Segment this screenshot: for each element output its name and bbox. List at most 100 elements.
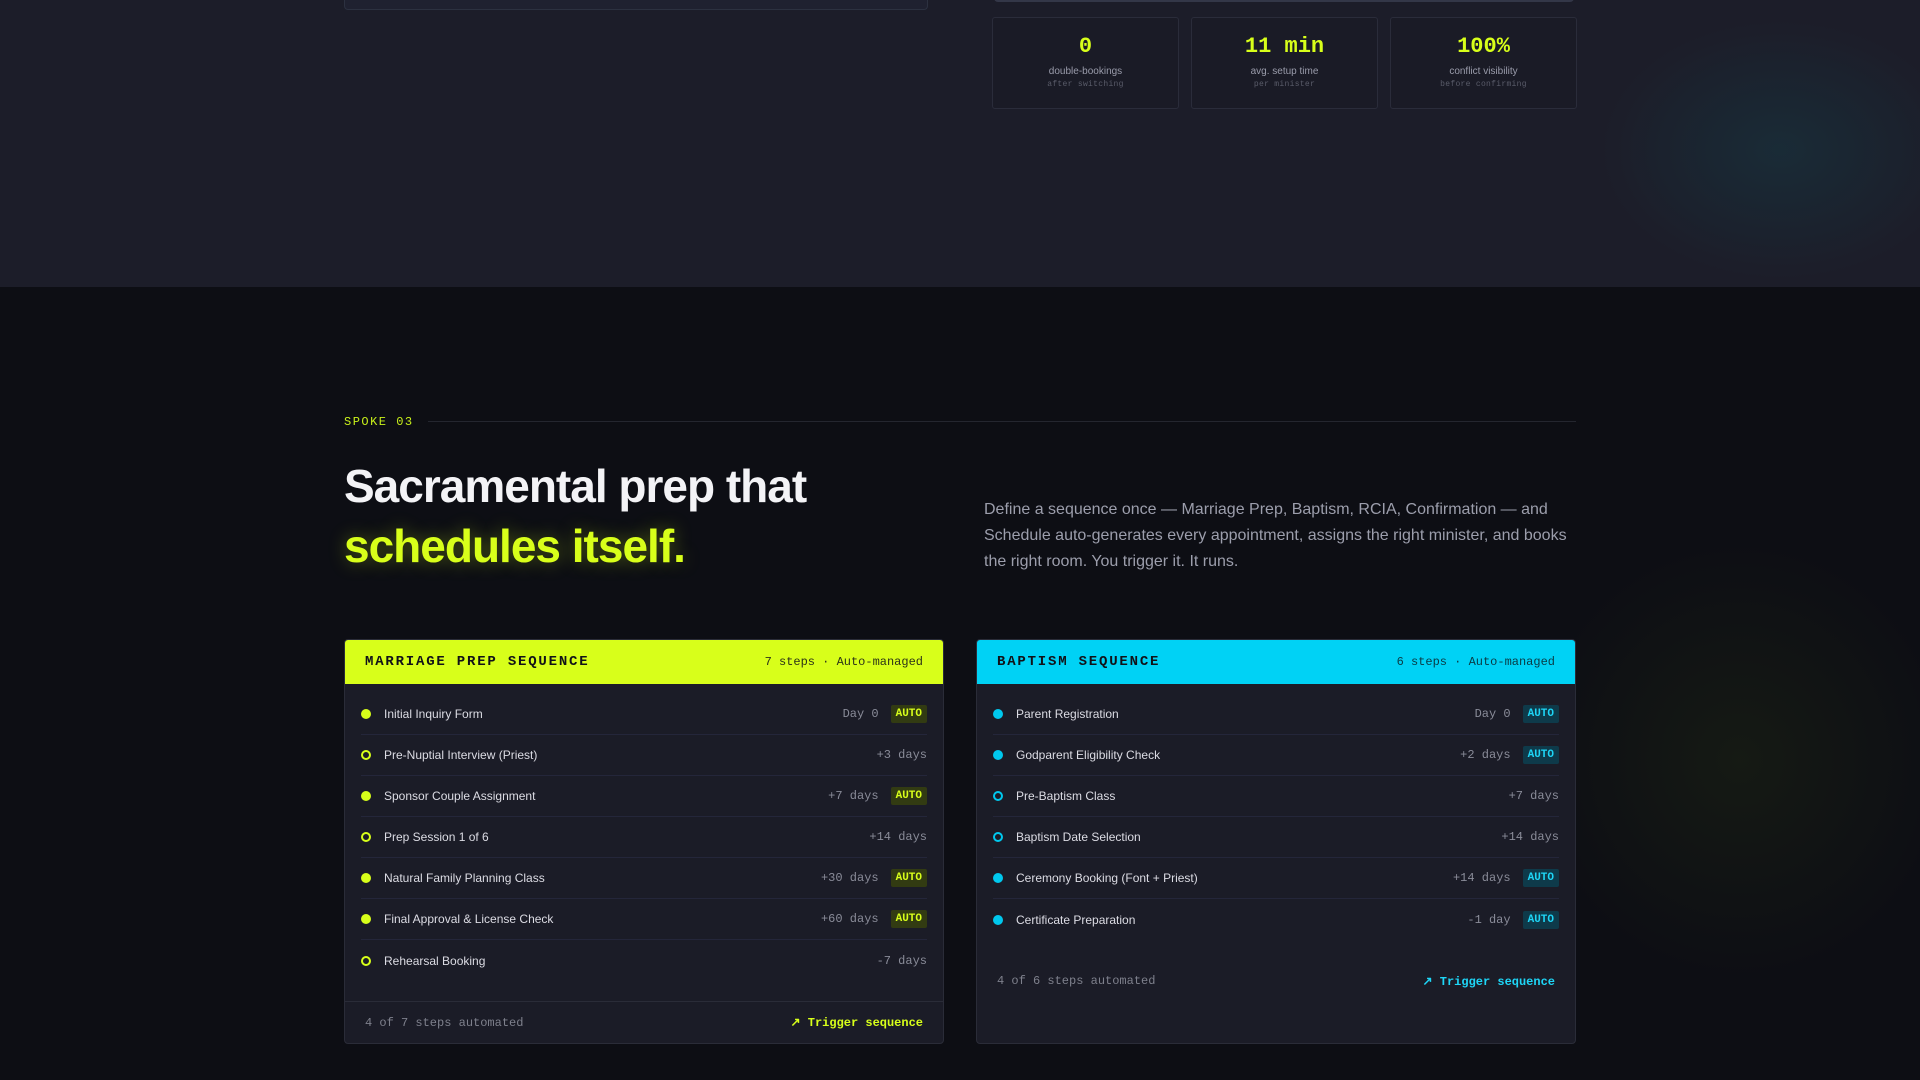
card-meta: 7 steps · Auto-managed bbox=[764, 655, 923, 669]
step-day: +7 days bbox=[1508, 789, 1559, 803]
manual-dot-icon bbox=[993, 791, 1003, 801]
automated-dot-icon bbox=[993, 709, 1003, 719]
step-day: -1 day bbox=[1467, 912, 1511, 927]
step-list: Initial Inquiry Form Day 0 AUTO Pre-Nupt… bbox=[345, 694, 943, 981]
background-glow bbox=[1530, 540, 1920, 980]
card-footer: 4 of 6 steps automated ↗ Trigger sequenc… bbox=[977, 960, 1575, 1002]
step-name: Certificate Preparation bbox=[1016, 912, 1136, 927]
stat-card: 0 double-bookings after switching bbox=[992, 17, 1179, 109]
automated-dot-icon bbox=[361, 709, 371, 719]
step-row: Pre-Baptism Class +7 days bbox=[993, 776, 1559, 817]
automation-count: 4 of 6 steps automated bbox=[997, 974, 1156, 988]
step-name: Godparent Eligibility Check bbox=[1016, 748, 1161, 762]
auto-badge: AUTO bbox=[890, 787, 927, 805]
step-day: Day 0 bbox=[842, 707, 879, 721]
automated-dot-icon bbox=[993, 873, 1003, 883]
step-day: -7 days bbox=[876, 953, 927, 968]
card-title: MARRIAGE PREP SEQUENCE bbox=[365, 654, 590, 670]
step-row: Parent Registration Day 0 AUTO bbox=[993, 694, 1559, 735]
step-name: Sponsor Couple Assignment bbox=[384, 789, 536, 803]
trigger-sequence-link[interactable]: ↗ Trigger sequence bbox=[1423, 974, 1555, 989]
trigger-sequence-link[interactable]: ↗ Trigger sequence bbox=[791, 1015, 923, 1030]
step-name: Pre-Nuptial Interview (Priest) bbox=[384, 748, 538, 762]
step-day: Day 0 bbox=[1474, 707, 1511, 721]
preview-bar-edge bbox=[994, 0, 1574, 2]
step-row: Rehearsal Booking -7 days bbox=[361, 940, 927, 981]
auto-badge: AUTO bbox=[1522, 705, 1559, 723]
manual-dot-icon bbox=[361, 955, 371, 966]
step-day: +14 days bbox=[1501, 830, 1559, 844]
step-day: +3 days bbox=[876, 748, 927, 762]
step-list: Parent Registration Day 0 AUTO Godparent… bbox=[977, 694, 1575, 940]
section-intro: Define a sequence once — Marriage Prep, … bbox=[984, 501, 1567, 570]
step-row: Final Approval & License Check +60 days … bbox=[361, 899, 927, 940]
step-row: Initial Inquiry Form Day 0 AUTO bbox=[361, 694, 927, 735]
headline-line-2: schedules itself. bbox=[344, 520, 686, 572]
auto-badge: AUTO bbox=[1522, 869, 1559, 887]
stats-row: 0 double-bookings after switching 11 min… bbox=[992, 17, 1577, 109]
stat-sublabel: after switching bbox=[1047, 80, 1124, 89]
stat-value: 100% bbox=[1457, 34, 1510, 59]
auto-badge: AUTO bbox=[890, 705, 927, 723]
step-name: Baptism Date Selection bbox=[1016, 830, 1141, 844]
auto-badge: AUTO bbox=[890, 910, 927, 928]
step-day: +14 days bbox=[1452, 871, 1511, 885]
step-row: Natural Family Planning Class +30 days A… bbox=[361, 858, 927, 899]
step-name: Rehearsal Booking bbox=[384, 953, 486, 968]
stat-label: conflict visibility bbox=[1449, 66, 1518, 77]
automated-dot-icon bbox=[993, 914, 1003, 925]
automated-dot-icon bbox=[361, 914, 371, 924]
step-name: Initial Inquiry Form bbox=[384, 707, 483, 721]
automation-count: 4 of 7 steps automated bbox=[365, 1015, 524, 1030]
manual-dot-icon bbox=[361, 750, 371, 760]
section-headline: Sacramental prep that schedules itself. bbox=[344, 456, 807, 576]
step-row: Ceremony Booking (Font + Priest) +14 day… bbox=[993, 858, 1559, 899]
stats-section: 0 double-bookings after switching 11 min… bbox=[0, 0, 1920, 287]
step-row: Prep Session 1 of 6 +14 days bbox=[361, 817, 927, 858]
step-name: Pre-Baptism Class bbox=[1016, 789, 1116, 803]
stat-label: avg. setup time bbox=[1250, 66, 1319, 77]
automated-dot-icon bbox=[361, 791, 371, 801]
background-glow bbox=[1600, 20, 1920, 280]
step-day: +14 days bbox=[869, 830, 927, 844]
card-header: MARRIAGE PREP SEQUENCE 7 steps · Auto-ma… bbox=[345, 640, 943, 684]
auto-badge: AUTO bbox=[1522, 910, 1559, 929]
stat-label: double-bookings bbox=[1048, 66, 1123, 77]
stat-card: 100% conflict visibility before confirmi… bbox=[1390, 17, 1577, 109]
card-header: BAPTISM SEQUENCE 6 steps · Auto-managed bbox=[977, 640, 1575, 684]
step-name: Natural Family Planning Class bbox=[384, 871, 545, 885]
headline-line-1: Sacramental prep that bbox=[344, 460, 807, 512]
step-name: Ceremony Booking (Font + Priest) bbox=[1016, 871, 1198, 885]
step-row: Pre-Nuptial Interview (Priest) +3 days bbox=[361, 735, 927, 776]
step-row: Sponsor Couple Assignment +7 days AUTO bbox=[361, 776, 927, 817]
step-row: Godparent Eligibility Check +2 days AUTO bbox=[993, 735, 1559, 776]
step-name: Prep Session 1 of 6 bbox=[384, 830, 489, 844]
step-name: Parent Registration bbox=[1016, 707, 1119, 721]
manual-dot-icon bbox=[361, 832, 371, 842]
card-footer: 4 of 7 steps automated ↗ Trigger sequenc… bbox=[345, 1001, 943, 1043]
auto-badge: AUTO bbox=[1522, 746, 1559, 764]
stat-card: 11 min avg. setup time per minister bbox=[1191, 17, 1378, 109]
step-day: +60 days bbox=[820, 912, 879, 926]
automated-dot-icon bbox=[993, 750, 1003, 760]
step-day: +2 days bbox=[1460, 748, 1511, 762]
step-day: +30 days bbox=[820, 871, 879, 885]
stat-sublabel: before confirming bbox=[1440, 80, 1527, 89]
automated-dot-icon bbox=[361, 873, 371, 883]
eyebrow-divider bbox=[428, 421, 1576, 422]
step-name: Final Approval & License Check bbox=[384, 912, 554, 926]
step-day: +7 days bbox=[828, 789, 879, 803]
stat-value: 0 bbox=[1078, 34, 1093, 59]
marriage-prep-card: MARRIAGE PREP SEQUENCE 7 steps · Auto-ma… bbox=[344, 639, 944, 1044]
section-eyebrow: SPOKE 03 bbox=[344, 415, 414, 429]
baptism-card: BAPTISM SEQUENCE 6 steps · Auto-managed … bbox=[976, 639, 1576, 1044]
card-meta: 6 steps · Auto-managed bbox=[1396, 655, 1555, 669]
stat-sublabel: per minister bbox=[1253, 80, 1316, 89]
manual-dot-icon bbox=[993, 832, 1003, 842]
preview-card-edge bbox=[344, 0, 928, 10]
auto-badge: AUTO bbox=[890, 869, 927, 887]
stat-value: 11 min bbox=[1244, 34, 1325, 59]
step-row: Certificate Preparation -1 day AUTO bbox=[993, 899, 1559, 940]
step-row: Baptism Date Selection +14 days bbox=[993, 817, 1559, 858]
card-title: BAPTISM SEQUENCE bbox=[997, 654, 1161, 670]
